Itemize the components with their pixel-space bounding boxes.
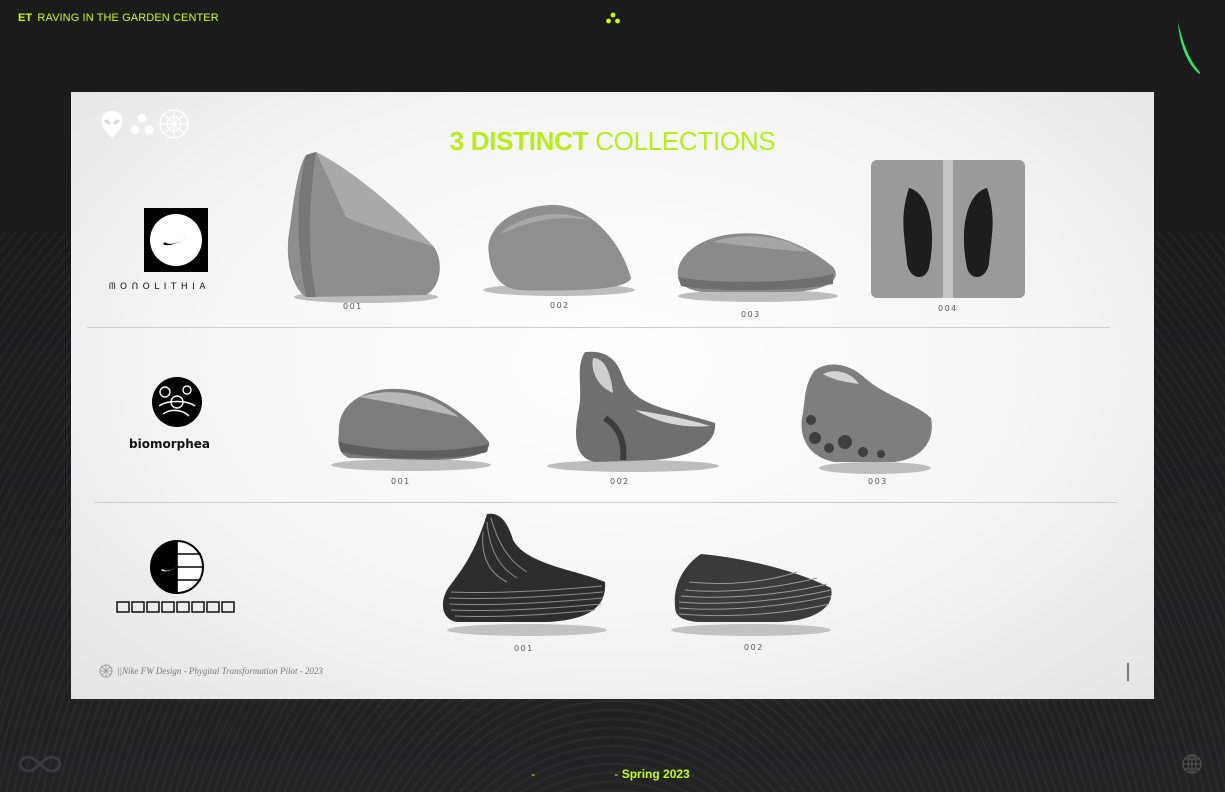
shoe-render: [871, 160, 1025, 298]
dash-separator: -: [531, 767, 535, 781]
brand-label: ET: [18, 12, 33, 24]
page-title: RAVING IN THE GARDEN CENTER: [37, 12, 219, 24]
three-dots-icon: [606, 12, 620, 24]
monolithia-logo: ᗰOᑎOLITHIA: [109, 208, 210, 292]
parametra-logo: [116, 540, 235, 613]
biomorphea-logo: biomorphea: [129, 377, 210, 451]
infinity-icon[interactable]: [18, 754, 62, 774]
shoe-label: 002: [550, 301, 570, 310]
shoe-render: [483, 204, 635, 296]
shoe-label: 001: [514, 644, 534, 653]
shoe-render: [801, 364, 932, 474]
shoe-label: 003: [868, 477, 888, 486]
shoe-render: [547, 351, 719, 472]
section-divider: [94, 502, 1117, 503]
shoe-label: 001: [391, 477, 411, 486]
page-header: ET RAVING IN THE GARDEN CENTER: [18, 12, 219, 24]
slide-progress-bar: [1127, 663, 1129, 681]
swoosh-icon: [1178, 22, 1201, 75]
svg-text:biomorphea: biomorphea: [129, 437, 210, 451]
bottom-caption: - - Spring 2023: [531, 767, 690, 781]
globe-icon[interactable]: [1182, 754, 1202, 774]
shoe-render: [331, 388, 491, 471]
shoe-label: 003: [741, 310, 761, 319]
shoe-render: [287, 152, 440, 303]
shoe-render: [442, 513, 607, 636]
season-label: Spring 2023: [621, 767, 690, 781]
geodesic-sphere-icon: [99, 664, 113, 678]
footer-credit: ||Nike FW Design - Phygital Transformati…: [117, 666, 323, 676]
svg-text:ᗰOᑎOLITHIA: ᗰOᑎOLITHIA: [109, 282, 210, 292]
shoe-label: 001: [343, 302, 363, 311]
presentation-slide: 3 DISTINCT COLLECTIONS ᗰOᑎOLITHIA 001 00…: [71, 92, 1154, 699]
slide-title: 3 DISTINCT COLLECTIONS: [449, 126, 776, 156]
shoe-render: [671, 554, 832, 636]
shoe-label: 004: [938, 304, 958, 313]
shoe-label: 002: [744, 643, 764, 652]
shoe-render: [677, 233, 838, 302]
slide-footer: ||Nike FW Design - Phygital Transformati…: [99, 664, 323, 678]
section-divider: [87, 327, 1110, 328]
shoe-label: 002: [610, 477, 630, 486]
dash-separator: -: [614, 767, 619, 781]
